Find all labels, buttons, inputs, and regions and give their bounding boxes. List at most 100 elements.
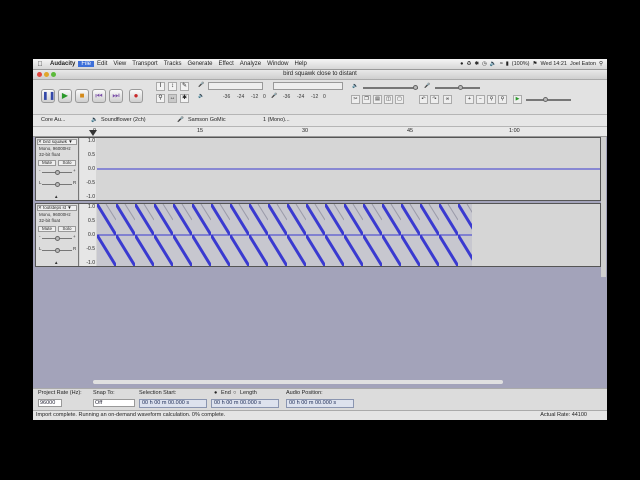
meter-tick: -12 [251,94,259,100]
play-at-speed-slider[interactable] [526,99,571,101]
clock[interactable]: Wed 14:21 [540,61,567,67]
silence-icon[interactable]: ▢ [395,95,404,104]
time-machine-icon[interactable]: ◷ [482,61,487,67]
draw-tool-icon[interactable]: ✎ [180,82,189,91]
audio-position-field[interactable]: 00 h 00 m 00.000 s [286,399,354,408]
length-radio[interactable]: ○ [233,390,236,396]
project-rate-select[interactable]: 96000 [38,399,62,407]
menu-effect[interactable]: Effect [216,61,237,67]
microphone-level-icon[interactable]: 🎤 [270,93,279,102]
input-channels-select[interactable]: 1 (Mono)... [263,117,290,123]
amplitude-scale[interactable]: 1.0 0.5 0.0 -0.5 -1.0 [80,204,96,266]
scale-label: 1.0 [88,138,95,144]
menu-analyze[interactable]: Analyze [237,61,264,67]
snap-to-select[interactable]: Off [93,399,135,407]
multi-tool-icon[interactable]: ✱ [180,94,189,103]
collapse-track-icon[interactable]: ▲ [54,260,58,265]
selection-tool-icon[interactable]: I [156,82,165,91]
flag-icon[interactable]: ⚑ [533,61,538,67]
zoom-out-icon[interactable]: − [476,95,485,104]
volume-icon[interactable]: 🔈 [490,61,497,67]
stop-button[interactable]: ■ [75,89,89,103]
paste-icon[interactable]: ▤ [373,95,382,104]
time-shift-tool-icon[interactable]: ↔ [168,94,177,103]
sync-icon[interactable]: ♻ [467,61,472,67]
play-button[interactable]: ▶ [58,89,72,103]
menu-file[interactable]: File [78,61,95,67]
pan-knob[interactable] [55,248,60,253]
gain-minus-label: - [39,234,41,239]
redo-icon[interactable]: ↷ [430,95,439,104]
menu-transport[interactable]: Transport [129,61,160,67]
zoom-tool-icon[interactable]: ⚲ [156,94,165,103]
record-meter[interactable] [208,82,263,90]
sync-lock-icon[interactable]: ∞ [443,95,452,104]
spotlight-search-icon[interactable]: ⚲ [599,61,603,67]
scale-label: -1.0 [86,194,95,200]
menu-tracks[interactable]: Tracks [161,61,185,67]
cut-icon[interactable]: ✂ [351,95,360,104]
output-volume-slider[interactable] [363,87,418,89]
amplitude-scale[interactable]: 1.0 0.5 0.0 -0.5 -1.0 [80,138,96,200]
selection-start-field[interactable]: 00 h 00 m 00.000 s [139,399,207,408]
skip-to-end-button[interactable]: ⏭ [109,89,123,103]
minimize-window-button[interactable] [44,72,49,77]
menu-generate[interactable]: Generate [185,61,216,67]
mute-button[interactable]: Mute [38,160,56,166]
play-at-speed-icon[interactable]: ▶ [513,95,522,104]
menu-help[interactable]: Help [291,61,309,67]
vertical-scrollbar[interactable] [601,137,606,277]
gain-knob[interactable] [55,170,60,175]
track-footsteps[interactable]: ✕ footsteps st ▼ Mono, 96000Hz 32-bit fl… [35,203,601,267]
bluetooth-icon[interactable]: ✱ [474,61,479,67]
status-icon[interactable]: ● [460,61,463,67]
playback-meter[interactable] [273,82,343,90]
input-volume-knob[interactable] [458,85,463,90]
play-at-speed-knob[interactable] [543,97,548,102]
audio-host-select[interactable]: Core Au... [41,117,65,123]
ruler-tick: 1:00 [509,128,520,134]
menu-app-audacity[interactable]: Audacity [47,61,78,67]
battery-icon[interactable]: ▮ [506,61,509,67]
menu-view[interactable]: View [110,61,129,67]
waveform-bird-squawk[interactable] [97,138,600,200]
undo-icon[interactable]: ↶ [419,95,428,104]
gain-knob[interactable] [55,236,60,241]
input-device-select[interactable]: Samson GoMic [188,117,226,123]
collapse-track-icon[interactable]: ▲ [54,194,58,199]
record-button[interactable]: ● [129,89,143,103]
solo-button[interactable]: Solo [58,226,76,232]
selection-end-field[interactable]: 00 h 00 m 00.000 s [211,399,279,408]
apple-icon[interactable]:  [33,61,47,68]
speaker-icon[interactable]: 🔈 [197,93,206,102]
zoom-in-icon[interactable]: + [465,95,474,104]
horizontal-scrollbar[interactable] [93,380,503,384]
menu-edit[interactable]: Edit [94,61,110,67]
menu-window[interactable]: Window [264,61,291,67]
timeline-ruler[interactable]: 0 15 30 45 1:00 [33,127,607,137]
output-volume-knob[interactable] [413,85,418,90]
copy-icon[interactable]: ❐ [362,95,371,104]
fit-project-icon[interactable]: ⚲ [498,95,507,104]
track-bird-squawk[interactable]: ✕ bird squawk ▼ Mono, 96000Hz 32-bit flo… [35,137,601,201]
close-window-button[interactable] [37,72,42,77]
output-device-select[interactable]: Soundflower (2ch) [101,117,146,123]
end-radio[interactable]: ● [214,390,217,396]
pan-knob[interactable] [55,182,60,187]
pause-button[interactable]: ❚❚ [41,89,55,103]
mute-button[interactable]: Mute [38,226,56,232]
wifi-icon[interactable]: ≈ [500,61,503,67]
skip-to-start-button[interactable]: ⏮ [92,89,106,103]
solo-button[interactable]: Solo [58,160,76,166]
track-name-button[interactable]: ✕ bird squawk ▼ [37,139,77,145]
track-name-button[interactable]: ✕ footsteps st ▼ [37,205,77,211]
waveform-footsteps[interactable] [97,204,600,266]
trim-icon[interactable]: ◫ [384,95,393,104]
status-bar: Import complete. Running an on-demand wa… [33,410,607,420]
microphone-icon[interactable]: 🎤 [197,82,206,91]
user-name[interactable]: Joel Eaton [570,61,596,67]
envelope-tool-icon[interactable]: ↕ [168,82,177,91]
zoom-window-button[interactable] [51,72,56,77]
pan-right-label: R [73,246,77,251]
fit-selection-icon[interactable]: ⚲ [487,95,496,104]
